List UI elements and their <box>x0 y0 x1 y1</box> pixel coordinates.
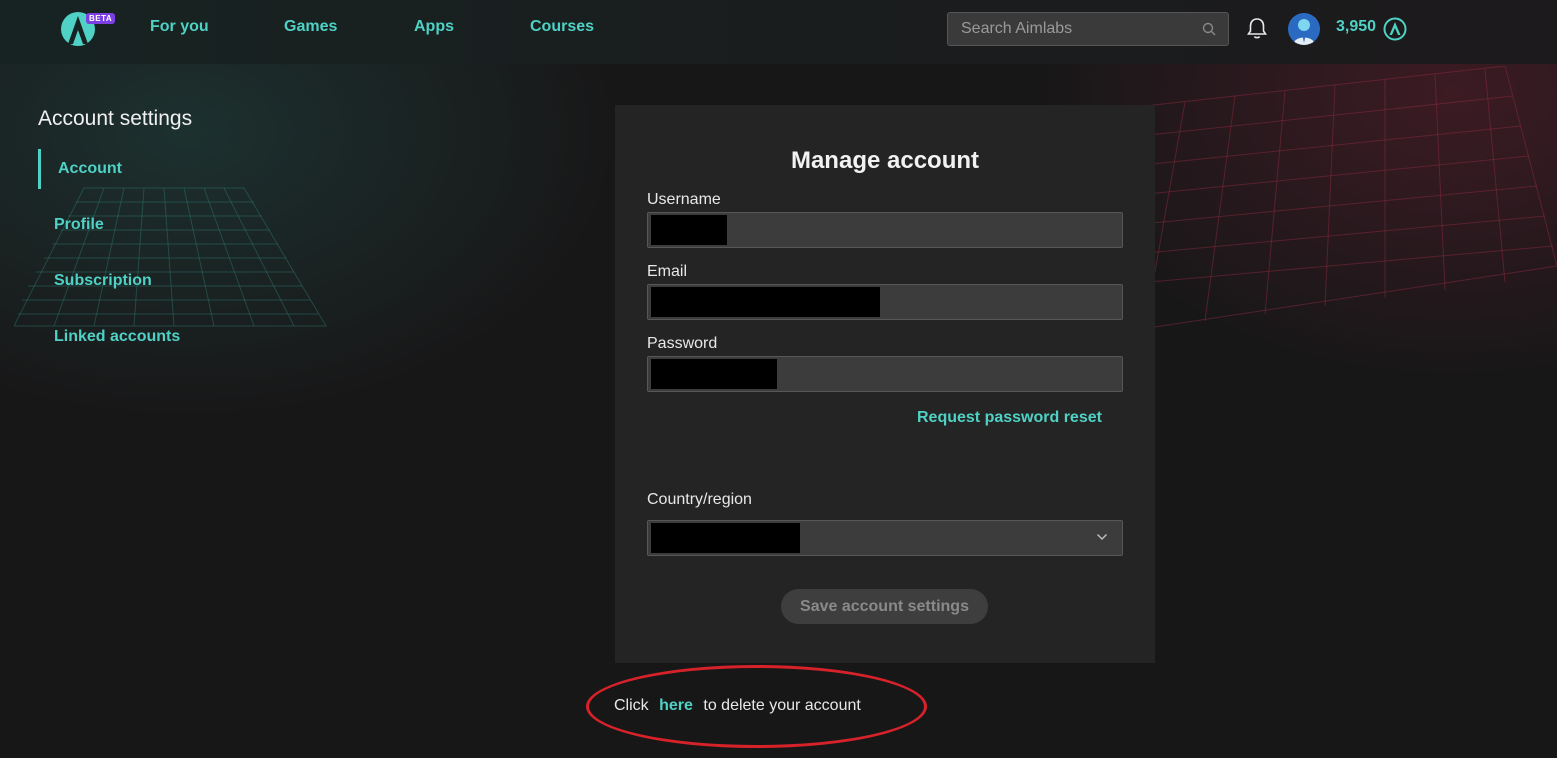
points-icon <box>1383 17 1407 41</box>
top-navigation-bar: BETA For you Games Apps Courses 3,950 <box>0 0 1557 64</box>
sidebar-item-subscription[interactable]: Subscription <box>54 272 152 290</box>
beta-badge: BETA <box>86 13 116 24</box>
username-label: Username <box>647 191 721 208</box>
email-field[interactable] <box>647 284 1123 320</box>
password-label: Password <box>647 335 718 352</box>
search-input[interactable] <box>948 13 1228 45</box>
redacted-username <box>651 215 727 245</box>
sidebar-item-profile[interactable]: Profile <box>54 216 104 234</box>
manage-account-card: Manage account Username Email Password R… <box>615 105 1155 663</box>
username-field[interactable] <box>647 212 1123 248</box>
email-label: Email <box>647 263 688 280</box>
avatar[interactable] <box>1288 13 1320 45</box>
redacted-password <box>651 359 777 389</box>
nav-games[interactable]: Games <box>284 18 337 36</box>
nav-courses[interactable]: Courses <box>530 18 594 36</box>
sidebar-title: Account settings <box>38 107 193 130</box>
grid-decoration-left <box>14 187 327 327</box>
sidebar-item-linked-accounts[interactable]: Linked accounts <box>54 328 180 346</box>
search-box <box>947 12 1229 46</box>
redacted-email <box>651 287 880 317</box>
sidebar-active-indicator <box>38 149 41 189</box>
grid-decoration-right <box>1094 66 1557 336</box>
password-field[interactable] <box>647 356 1123 392</box>
redacted-country <box>651 523 800 553</box>
card-title: Manage account <box>790 147 980 174</box>
annotation-ellipse <box>586 665 927 748</box>
country-label: Country/region <box>647 491 752 508</box>
points-balance: 3,950 <box>1336 18 1377 35</box>
nav-for-you[interactable]: For you <box>150 18 209 36</box>
request-password-reset-link[interactable]: Request password reset <box>917 409 1102 427</box>
save-account-settings-button[interactable]: Save account settings <box>781 589 988 624</box>
sidebar-item-account[interactable]: Account <box>58 160 122 178</box>
chevron-down-icon[interactable] <box>1096 533 1108 541</box>
country-select[interactable] <box>647 520 1123 556</box>
bell-icon[interactable] <box>1246 16 1268 40</box>
nav-apps[interactable]: Apps <box>414 18 454 36</box>
search-icon[interactable] <box>1202 22 1216 36</box>
